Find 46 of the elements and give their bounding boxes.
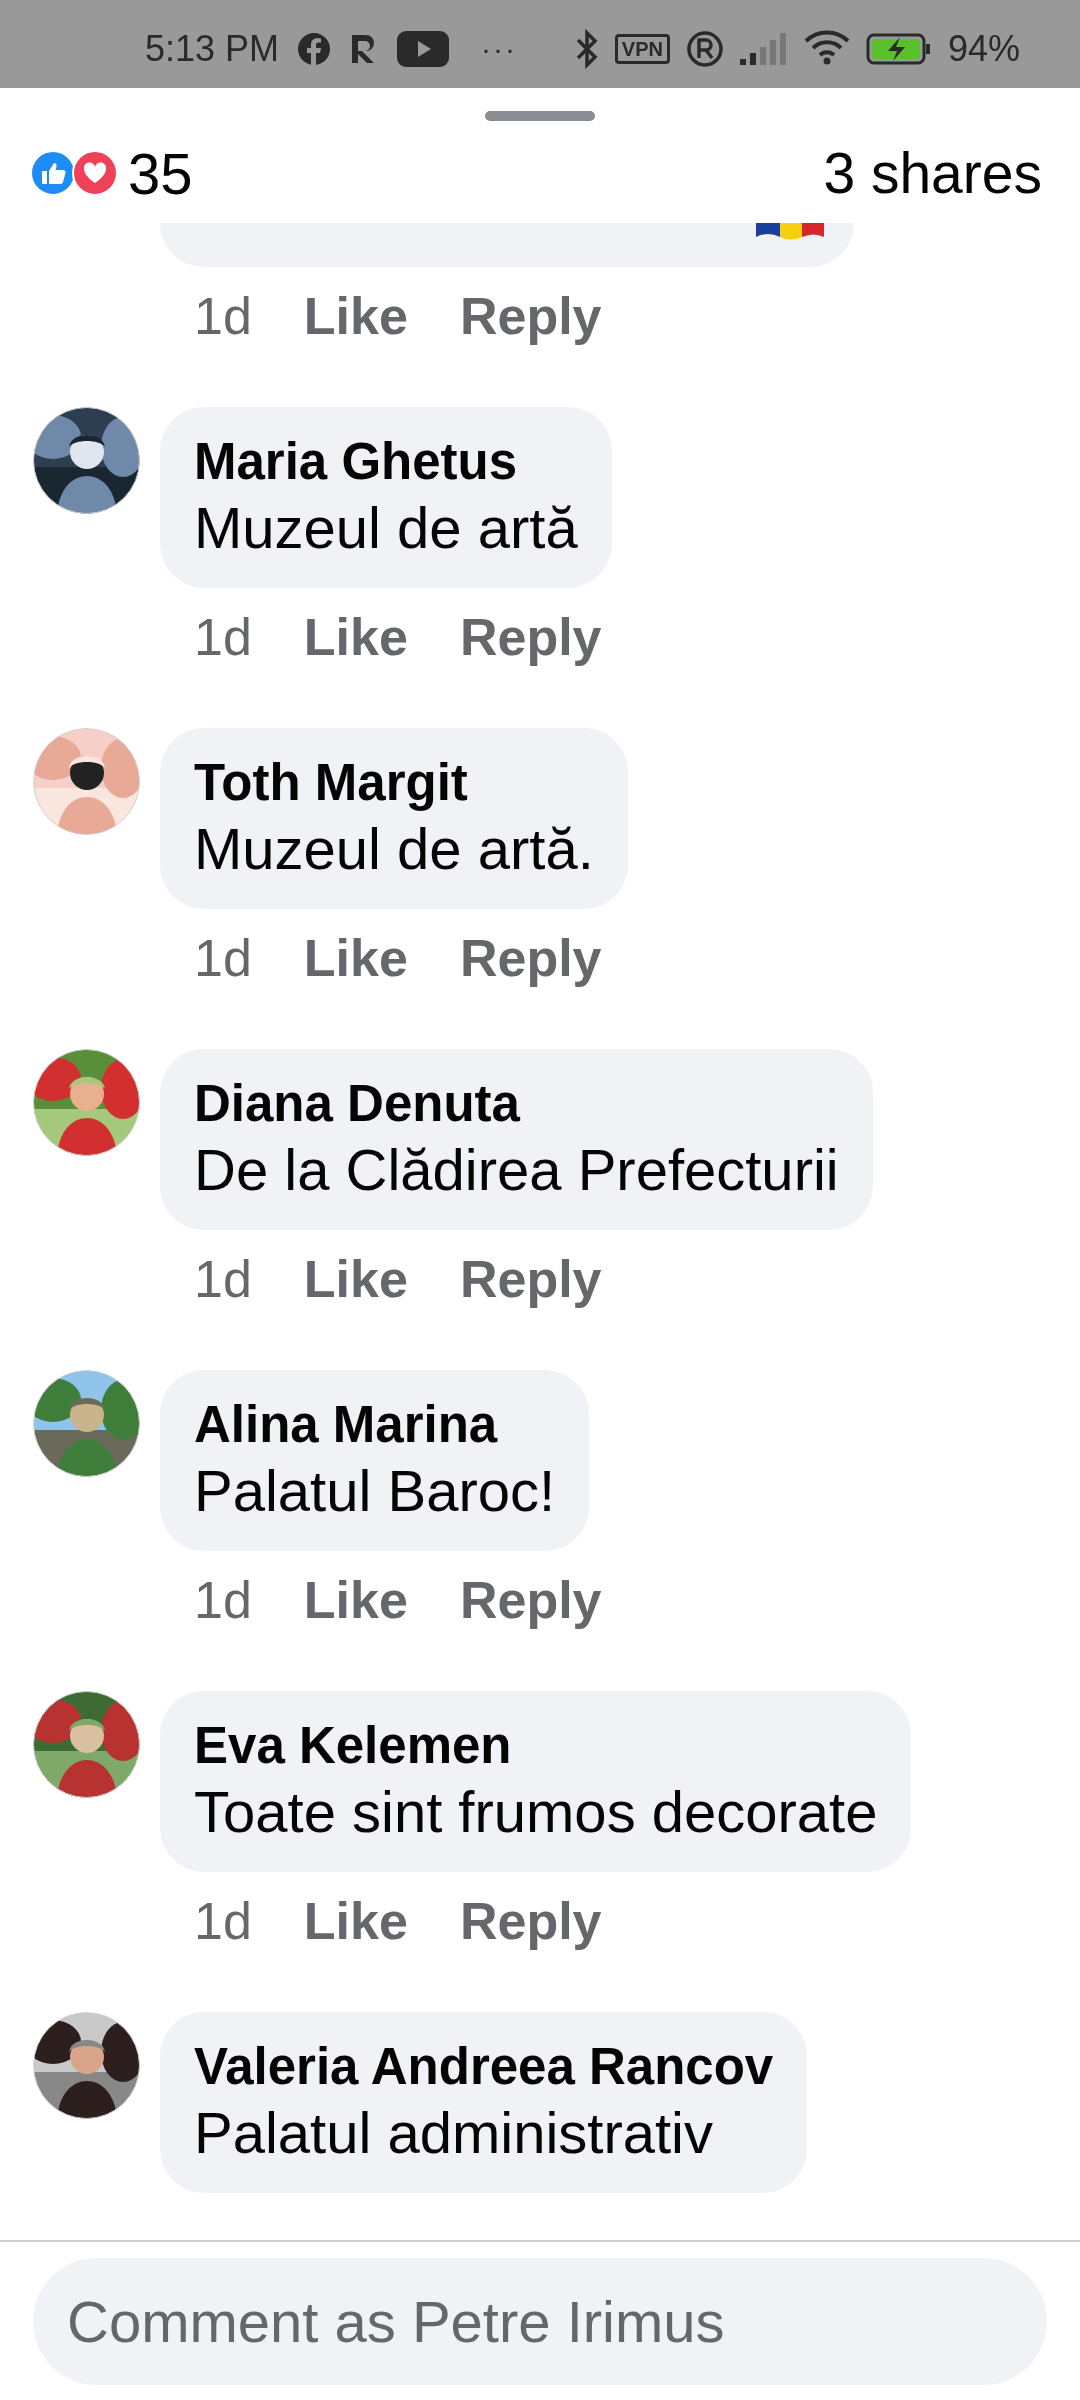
facebook-icon <box>297 32 332 66</box>
clock: 5:13 PM <box>145 28 280 70</box>
like-link[interactable]: Like <box>303 607 408 667</box>
more-notifications: ··· <box>481 32 518 66</box>
like-link[interactable]: Like <box>303 928 408 988</box>
reaction-count[interactable]: 35 <box>128 139 193 207</box>
comment-time: 1d <box>194 607 252 667</box>
comment-field[interactable]: Comment as Petre Irimus <box>33 2258 1047 2385</box>
comment-time: 1d <box>194 1570 252 1630</box>
signal-icon <box>739 33 788 65</box>
reply-link[interactable]: Reply <box>459 607 602 667</box>
shares-count[interactable]: 3 shares <box>823 140 1042 206</box>
comment-author[interactable]: Maria Ghetus <box>194 431 578 492</box>
comment-text: Muzeul de artă. <box>194 814 594 883</box>
reply-link[interactable]: Reply <box>459 928 602 988</box>
like-link[interactable]: Like <box>303 1891 408 1951</box>
comment-time: 1d <box>194 286 252 346</box>
like-link[interactable]: Like <box>303 1570 408 1630</box>
comment-text: Muzeul de artă <box>194 493 578 562</box>
comment-time: 1d <box>194 1249 252 1309</box>
comment-author[interactable]: Eva Kelemen <box>194 1715 878 1776</box>
drag-handle[interactable] <box>485 111 595 121</box>
love-reaction-icon <box>72 150 118 196</box>
registered-icon <box>685 30 724 68</box>
battery-charging-icon <box>865 33 932 65</box>
comment-text: Palatul administrativ <box>194 2098 713 2167</box>
bluetooth-icon <box>574 29 599 69</box>
reply-link[interactable]: Reply <box>459 1249 602 1309</box>
like-reaction-icon <box>30 150 76 196</box>
comment-time: 1d <box>194 928 252 988</box>
battery-level: 94% <box>947 28 1020 70</box>
comment-author[interactable]: Toth Margit <box>194 752 594 813</box>
comment-time: 1d <box>194 1891 252 1951</box>
vpn-indicator: VPN <box>614 34 670 64</box>
comment-text: Toate sint frumos decorate <box>194 1777 878 1846</box>
comment-text: Palatul Baroc! <box>194 1456 556 1525</box>
reply-link[interactable]: Reply <box>459 286 602 346</box>
comment-author[interactable]: Diana Denuta <box>194 1073 839 1134</box>
comment-author[interactable]: Alina Marina <box>194 1394 556 1455</box>
like-link[interactable]: Like <box>303 1249 408 1309</box>
reply-link[interactable]: Reply <box>459 1891 602 1951</box>
reply-link[interactable]: Reply <box>459 1570 602 1630</box>
play-icon <box>397 31 450 67</box>
comment-text: De la Clădirea Prefecturii <box>194 1135 839 1204</box>
comment-author[interactable]: Valeria Andreea Rancov <box>194 2036 774 2097</box>
like-link[interactable]: Like <box>303 286 408 346</box>
